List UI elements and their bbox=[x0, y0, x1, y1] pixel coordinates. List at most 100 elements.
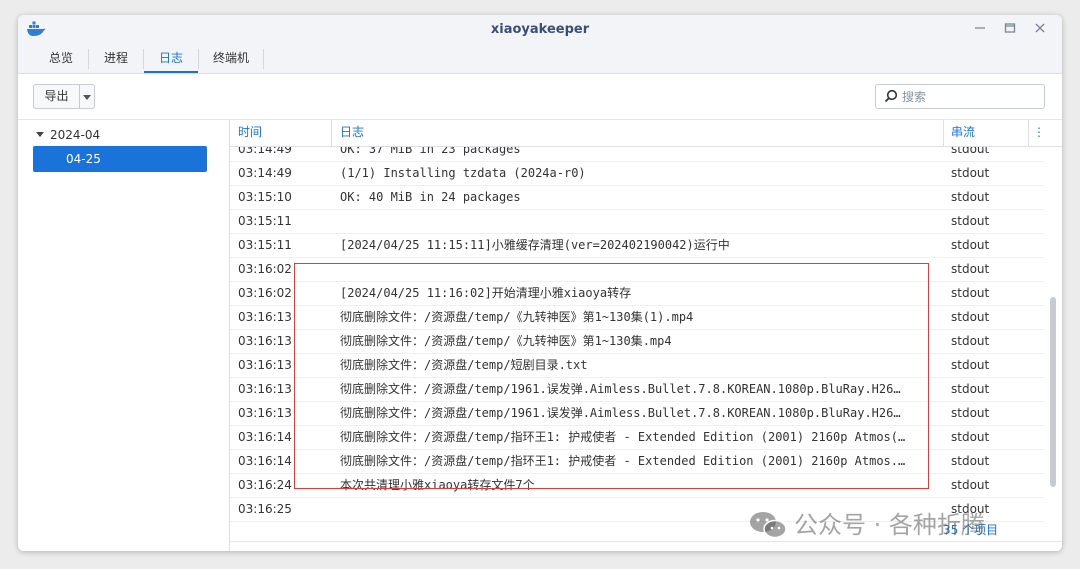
cell-time: 03:16:25 bbox=[238, 502, 292, 516]
table-row[interactable]: 03:15:11 stdout bbox=[230, 209, 1045, 234]
app-window: xiaoyakeeper 总览 进程 日志 终端机 导出 搜索 2024-04 … bbox=[18, 15, 1062, 551]
tab-overview[interactable]: 总览 bbox=[34, 45, 88, 73]
table-row[interactable]: 03:16:13 彻底删除文件：/资源盘/temp/《九转神医》第1~130集.m… bbox=[230, 329, 1045, 354]
cell-time: 03:16:13 bbox=[238, 358, 292, 372]
table-row[interactable]: 03:14:49 (1/1) Installing tzdata (2024a-r… bbox=[230, 161, 1045, 186]
cell-stream: stdout bbox=[951, 286, 990, 300]
tab-bar: 总览 进程 日志 终端机 bbox=[18, 45, 1062, 74]
cell-time: 03:14:49 bbox=[238, 166, 292, 180]
cell-time: 03:16:13 bbox=[238, 334, 292, 348]
cell-log bbox=[340, 257, 930, 281]
tab-terminal[interactable]: 终端机 bbox=[199, 45, 263, 73]
cell-log: [2024/04/25 11:15:11]小雅缓存清理(ver=20240219… bbox=[340, 238, 730, 252]
cell-log: 彻底删除文件：/资源盘/temp/1961.误发弹.Aimless.Bullet… bbox=[340, 406, 901, 420]
cell-time: 03:16:24 bbox=[238, 478, 292, 492]
column-menu-icon[interactable]: ⋮ bbox=[1032, 120, 1046, 146]
cell-stream: stdout bbox=[951, 166, 990, 180]
scrollbar-thumb[interactable] bbox=[1050, 297, 1056, 487]
table-row[interactable]: 03:16:14 彻底删除文件：/资源盘/temp/指环王1: 护戒使者 - Ex… bbox=[230, 425, 1045, 450]
log-table: 时间 日志 串流 ⋮ 03:14:49 OK: 37 MiB in 23 pack… bbox=[230, 120, 1062, 551]
cell-time: 03:16:02 bbox=[238, 262, 292, 276]
cell-time: 03:16:14 bbox=[238, 454, 292, 468]
cell-stream: stdout bbox=[951, 454, 990, 468]
vertical-scrollbar[interactable] bbox=[1048, 147, 1058, 541]
export-button-label: 导出 bbox=[44, 89, 69, 103]
cell-time: 03:16:02 bbox=[238, 286, 292, 300]
table-row[interactable]: 03:16:13 彻底删除文件：/资源盘/temp/短剧目录.txt stdout bbox=[230, 353, 1045, 378]
cell-log: 彻底删除文件：/资源盘/temp/1961.误发弹.Aimless.Bullet… bbox=[340, 382, 901, 396]
table-row[interactable]: 03:14:49 OK: 37 MiB in 23 packages stdout bbox=[230, 147, 1045, 162]
cell-log: OK: 40 MiB in 24 packages bbox=[340, 190, 521, 204]
cell-stream: stdout bbox=[951, 478, 990, 492]
column-divider bbox=[943, 120, 944, 146]
cell-time: 03:15:11 bbox=[238, 238, 292, 252]
column-header-time[interactable]: 时间 bbox=[238, 120, 262, 146]
toolbar: 导出 bbox=[18, 74, 1062, 120]
cell-stream: stdout bbox=[951, 238, 990, 252]
cell-log: 本次共清理小雅xiaoya转存文件7个 bbox=[340, 478, 535, 492]
table-row[interactable]: 03:15:11 [2024/04/25 11:15:11]小雅缓存清理(ver=… bbox=[230, 233, 1045, 258]
table-row[interactable]: 03:16:24 本次共清理小雅xiaoya转存文件7个 stdout bbox=[230, 473, 1045, 498]
cell-time: 03:16:13 bbox=[238, 382, 292, 396]
column-header-stream[interactable]: 串流 bbox=[951, 120, 975, 146]
table-row[interactable]: 03:16:14 彻底删除文件：/资源盘/temp/指环王1: 护戒使者 - Ex… bbox=[230, 449, 1045, 474]
cell-time: 03:16:13 bbox=[238, 310, 292, 324]
cell-log bbox=[340, 209, 930, 233]
column-divider bbox=[331, 120, 332, 146]
cell-log: 彻底删除文件：/资源盘/temp/《九转神医》第1~130集(1).mp4 bbox=[340, 310, 694, 324]
window-title: xiaoyakeeper bbox=[490, 22, 590, 37]
export-button[interactable]: 导出 bbox=[33, 84, 95, 109]
cell-stream: stdout bbox=[951, 358, 990, 372]
table-body: 03:14:49 OK: 37 MiB in 23 packages stdout 0… bbox=[230, 147, 1062, 541]
watermark: 公众号 · 各种折腾 bbox=[748, 505, 1048, 545]
cell-stream: stdout bbox=[951, 382, 990, 396]
button-divider bbox=[79, 85, 80, 108]
cell-log: (1/1) Installing tzdata (2024a-r0) bbox=[340, 166, 586, 180]
cell-log: 彻底删除文件：/资源盘/temp/指环王1: 护戒使者 - Extended E… bbox=[340, 430, 906, 444]
table-row[interactable]: 03:16:13 彻底删除文件：/资源盘/temp/1961.误发弹.Aimles… bbox=[230, 401, 1045, 426]
tree-node-year[interactable]: 2024-04 bbox=[36, 128, 216, 144]
cell-stream: stdout bbox=[951, 334, 990, 348]
cell-log: 彻底删除文件：/资源盘/temp/指环王1: 护戒使者 - Extended E… bbox=[340, 454, 906, 468]
cell-time: 03:15:10 bbox=[238, 190, 292, 204]
cell-time: 03:14:49 bbox=[238, 147, 292, 156]
search-icon bbox=[884, 89, 898, 103]
cell-log: 彻底删除文件：/资源盘/temp/《九转神医》第1~130集.mp4 bbox=[340, 334, 672, 348]
table-row[interactable]: 03:16:02 stdout bbox=[230, 257, 1045, 282]
cell-stream: stdout bbox=[951, 214, 990, 228]
cell-stream: stdout bbox=[951, 406, 990, 420]
cell-stream: stdout bbox=[951, 262, 990, 276]
cell-time: 03:15:11 bbox=[238, 214, 292, 228]
column-header-log[interactable]: 日志 bbox=[340, 120, 364, 146]
title-bar: xiaoyakeeper bbox=[18, 15, 1062, 45]
tab-logs[interactable]: 日志 bbox=[144, 45, 198, 73]
table-row[interactable]: 03:15:10 OK: 40 MiB in 24 packages stdout bbox=[230, 185, 1045, 210]
search-input[interactable] bbox=[902, 86, 1040, 107]
minimize-icon[interactable] bbox=[970, 20, 990, 40]
table-row[interactable]: 03:16:13 彻底删除文件：/资源盘/temp/《九转神医》第1~130集(1… bbox=[230, 305, 1045, 330]
cell-stream: stdout bbox=[951, 430, 990, 444]
cell-time: 03:16:13 bbox=[238, 406, 292, 420]
column-divider bbox=[1028, 120, 1029, 146]
tree-node-day-selected[interactable]: 04-25 bbox=[33, 146, 207, 172]
maximize-icon[interactable] bbox=[1000, 20, 1020, 40]
table-row[interactable]: 03:16:02 [2024/04/25 11:16:02]开始清理小雅xiaoy… bbox=[230, 281, 1045, 306]
caret-down-icon[interactable] bbox=[36, 132, 44, 137]
cell-stream: stdout bbox=[951, 310, 990, 324]
date-tree: 2024-04 04-25 bbox=[18, 120, 230, 551]
cell-time: 03:16:14 bbox=[238, 430, 292, 444]
chevron-down-icon[interactable] bbox=[83, 95, 91, 100]
table-row[interactable]: 03:16:13 彻底删除文件：/资源盘/temp/1961.误发弹.Aimles… bbox=[230, 377, 1045, 402]
table-header: 时间 日志 串流 ⋮ bbox=[230, 120, 1062, 147]
watermark-text: 公众号 · 各种折腾 bbox=[794, 511, 985, 539]
cell-log: 彻底删除文件：/资源盘/temp/短剧目录.txt bbox=[340, 358, 588, 372]
cell-log: [2024/04/25 11:16:02]开始清理小雅xiaoya转存 bbox=[340, 286, 632, 300]
close-icon[interactable] bbox=[1030, 20, 1050, 40]
tab-processes[interactable]: 进程 bbox=[89, 45, 143, 73]
cell-stream: stdout bbox=[951, 147, 990, 156]
tree-year-label: 2024-04 bbox=[50, 128, 101, 142]
cell-log: OK: 37 MiB in 23 packages bbox=[340, 147, 521, 156]
search-box[interactable] bbox=[875, 84, 1045, 109]
cell-stream: stdout bbox=[951, 190, 990, 204]
wechat-icon bbox=[750, 512, 787, 539]
